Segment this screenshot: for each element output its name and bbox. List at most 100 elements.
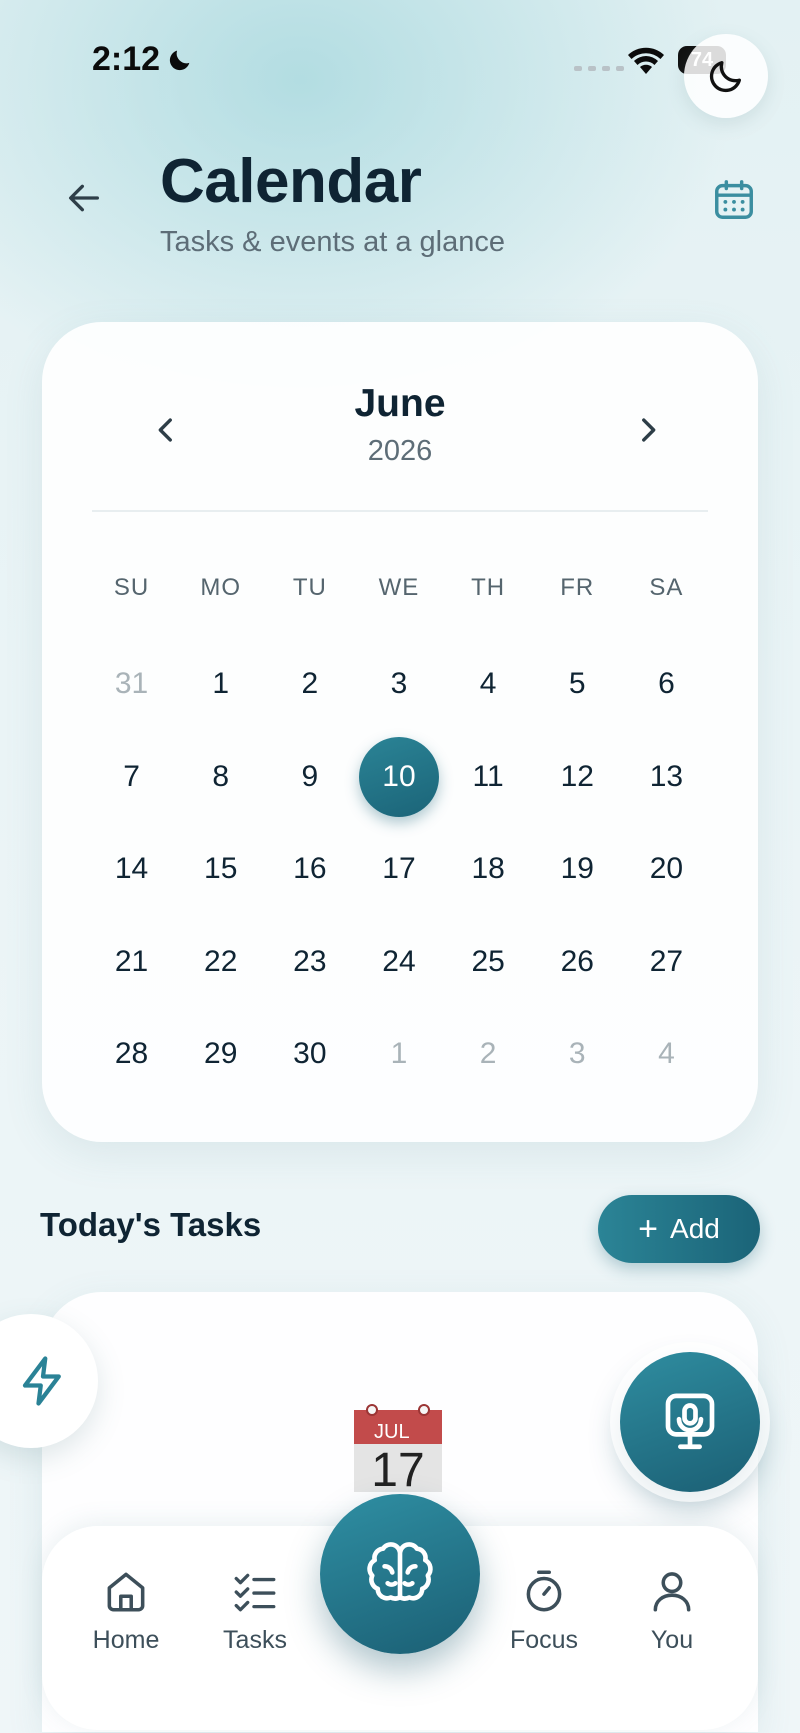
calendar-card: June 2026 SU MO TU WE TH FR SA 31 1 2 3 4 5 6 7 8 9 10 11…	[42, 322, 758, 1142]
calendar-day[interactable]: 2	[444, 1008, 533, 1101]
calendar-day-number: 26	[560, 944, 594, 978]
days-grid: 31 1 2 3 4 5 6 7 8 9 10 11 12 13 14 15 16 17 18 19 20 21 22 23 2…	[87, 638, 711, 1101]
stopwatch-icon	[526, 1570, 562, 1612]
calendar-day-number: 23	[293, 944, 327, 978]
calendar-day-number: 14	[114, 852, 149, 886]
weekday-label: MO	[200, 574, 242, 601]
user-icon	[653, 1572, 691, 1612]
add-task-label: Add	[670, 1213, 720, 1244]
calendar-day[interactable]: 11	[444, 731, 533, 824]
calendar-day-number: 9	[301, 759, 319, 793]
calendar-day[interactable]: 8	[176, 731, 265, 824]
nav-home-label: Home	[92, 1626, 160, 1654]
nav-ai-assistant-button[interactable]	[320, 1494, 480, 1654]
calendar-day-number: 27	[649, 944, 684, 978]
calendar-day[interactable]: 5	[533, 638, 622, 731]
checklist-icon	[234, 1573, 276, 1612]
calendar-day[interactable]: 15	[176, 823, 265, 916]
status-time-text: 2:12	[92, 40, 161, 78]
calendar-day[interactable]: 22	[176, 916, 265, 1009]
home-icon	[107, 1572, 145, 1612]
calendar-day[interactable]: 6	[622, 638, 711, 731]
calendar-day[interactable]: 7	[87, 731, 176, 824]
calendar-day-number: 22	[204, 944, 238, 978]
next-month-button[interactable]	[620, 402, 676, 458]
nav-home[interactable]: Home	[66, 1566, 186, 1655]
calendar-day[interactable]: 21	[87, 916, 176, 1009]
calendar-day[interactable]: 4	[622, 1008, 711, 1101]
calendar-day-number: 25	[471, 944, 505, 978]
calendar-day-number: 12	[560, 759, 594, 793]
moon-icon	[169, 50, 190, 70]
calendar-day-number: 29	[204, 1037, 238, 1071]
nav-you[interactable]: You	[612, 1566, 732, 1655]
calendar-day[interactable]: 30	[265, 1008, 354, 1101]
calendar-day[interactable]: 13	[622, 731, 711, 824]
weekday-label: SU	[113, 574, 150, 601]
calendar-day-number: 28	[114, 1037, 149, 1071]
calendar-day[interactable]: 18	[444, 823, 533, 916]
calendar-day-number: 3	[390, 667, 408, 701]
calendar-day[interactable]: 25	[444, 916, 533, 1009]
weekday-label: TU	[292, 574, 327, 601]
moon-icon	[709, 61, 741, 93]
calendar-day[interactable]: 1	[176, 638, 265, 731]
calendar-day-number: 24	[382, 944, 416, 978]
calendar-day[interactable]: 26	[533, 916, 622, 1009]
calendar-day[interactable]: 28	[87, 1008, 176, 1101]
lightning-icon	[22, 1356, 61, 1406]
calendar-day[interactable]: 4	[444, 638, 533, 731]
calendar-day[interactable]: 16	[265, 823, 354, 916]
add-task-button[interactable]: + Add	[598, 1195, 760, 1263]
calendar-day-number: 15	[204, 852, 238, 886]
calendar-day-number: 20	[649, 852, 684, 886]
voice-input-button[interactable]	[620, 1352, 760, 1492]
calendar-day[interactable]: 2	[265, 638, 354, 731]
calendar-day-number: 31	[114, 667, 149, 701]
nav-focus[interactable]: Focus	[484, 1566, 604, 1655]
chevron-right-icon	[642, 418, 656, 442]
weekday-label: FR	[560, 574, 595, 601]
brain-icon	[367, 1542, 433, 1601]
calendar-day-number: 13	[649, 759, 684, 793]
cellular-signal-icon	[574, 66, 624, 71]
calendar-day[interactable]: 29	[176, 1008, 265, 1101]
calendar-day-number: 30	[293, 1037, 327, 1071]
calendar-day[interactable]: 14	[87, 823, 176, 916]
weekday-header: SU MO TU WE TH FR SA	[87, 574, 711, 602]
calendar-day[interactable]: 27	[622, 916, 711, 1009]
calendar-day[interactable]: 3	[354, 638, 443, 731]
calendar-day-number: 6	[658, 667, 675, 701]
calendar-day-selected[interactable]: 10	[354, 731, 443, 824]
calendar-day[interactable]: 17	[354, 823, 443, 916]
calendar-day[interactable]: 19	[533, 823, 622, 916]
calendar-day[interactable]: 23	[265, 916, 354, 1009]
theme-toggle-button[interactable]	[684, 34, 768, 118]
calendar-day-number: 16	[293, 852, 327, 886]
calendar-day[interactable]: 24	[354, 916, 443, 1009]
calendar-day[interactable]: 9	[265, 731, 354, 824]
calendar-day-number: 4	[479, 667, 497, 701]
status-bar: 2:12 74	[0, 0, 800, 110]
calendar-day[interactable]: 3	[533, 1008, 622, 1101]
calendar-day-number: 21	[114, 944, 149, 978]
calendar-view-button[interactable]	[706, 172, 762, 228]
month-navigation: June 2026	[42, 322, 758, 512]
arrow-left-icon	[69, 184, 100, 212]
weekday-label: WE	[378, 574, 420, 601]
nav-tasks[interactable]: Tasks	[195, 1566, 315, 1655]
calendar-day-number: 1	[212, 667, 230, 701]
status-time: 2:12	[92, 40, 194, 79]
calendar-day[interactable]: 31	[87, 638, 176, 731]
back-button[interactable]	[56, 170, 112, 226]
calendar-day[interactable]: 12	[533, 731, 622, 824]
weekday-label: TH	[471, 574, 506, 601]
calendar-day-number: 5	[568, 667, 586, 701]
calendar-day-number: 18	[471, 852, 505, 886]
calendar-day-number: 3	[568, 1037, 586, 1071]
calendar-day-number: 8	[212, 759, 230, 793]
nav-tasks-label: Tasks	[223, 1626, 287, 1654]
calendar-day[interactable]: 1	[354, 1008, 443, 1101]
calendar-day[interactable]: 20	[622, 823, 711, 916]
calendar-day-number: 4	[658, 1037, 675, 1071]
